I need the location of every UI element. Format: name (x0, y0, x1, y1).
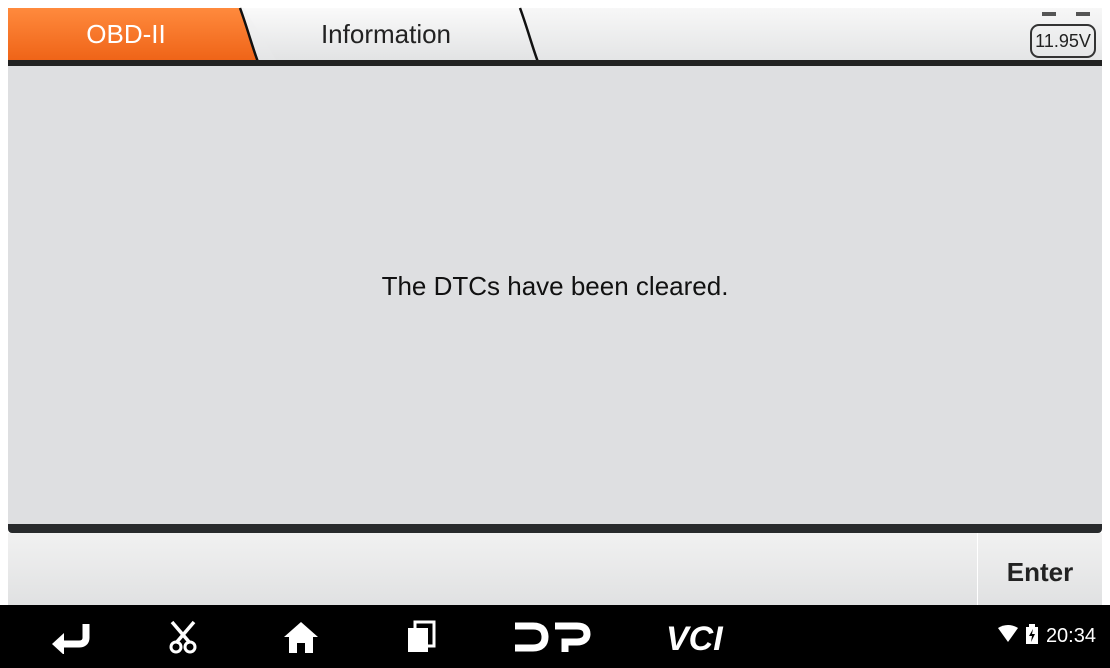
dp-icon[interactable] (508, 605, 594, 668)
svg-text:VCI: VCI (666, 620, 724, 654)
status-area: 20:34 (997, 605, 1096, 668)
back-icon[interactable] (45, 605, 95, 668)
vci-icon[interactable]: VCI (660, 605, 740, 668)
battery-charging-icon (1025, 623, 1038, 650)
action-bar: Enter (8, 533, 1102, 605)
tab-obd-ii[interactable]: OBD-II (8, 8, 244, 60)
home-icon[interactable] (276, 605, 326, 668)
clock: 20:34 (1045, 625, 1096, 647)
system-nav-bar: VCI 20:34 (0, 605, 1110, 668)
status-message: The DTCs have been cleared. (381, 271, 729, 301)
scissors-icon[interactable] (160, 605, 206, 668)
message-panel: The DTCs have been cleared. (8, 66, 1102, 524)
battery-terminal-right (1076, 12, 1090, 16)
content-divider (8, 524, 1102, 533)
tab-information[interactable]: Information (276, 8, 496, 60)
battery-terminal-left (1042, 12, 1056, 16)
wifi-icon (997, 624, 1018, 649)
enter-button[interactable]: Enter (977, 533, 1102, 605)
battery-voltage-badge: 11.95V (1030, 24, 1096, 58)
recent-apps-icon[interactable] (398, 605, 444, 668)
header: OBD-II Information 11.95V (0, 0, 1110, 66)
